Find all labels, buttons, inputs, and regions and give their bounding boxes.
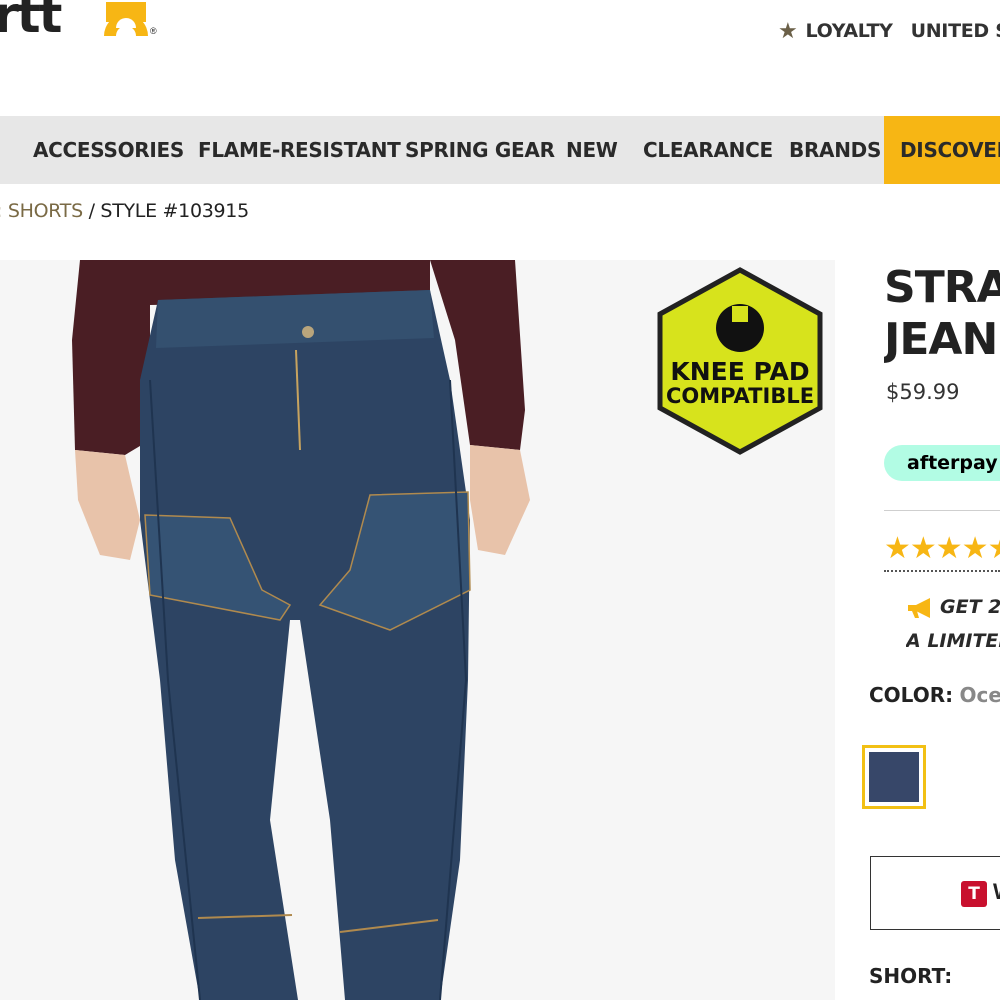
nav-brands[interactable]: BRANDS	[789, 116, 881, 184]
loyalty-link[interactable]: LOYALTY	[805, 20, 892, 42]
breadcrumb-shorts-link[interactable]: : SHORTS	[0, 200, 83, 222]
registered-mark: ®	[150, 26, 157, 36]
product-price: $59.99	[886, 380, 960, 404]
knee-pad-compatible-badge: KNEE PAD COMPATIBLE	[654, 266, 826, 456]
breadcrumb-current: / STYLE #103915	[88, 200, 250, 222]
nav-accessories[interactable]: ACCESSORIES	[33, 116, 184, 184]
wishlist-button[interactable]: T W	[870, 856, 1000, 930]
carhartt-logo[interactable]: rtt ®	[0, 0, 170, 40]
target-t-icon: T	[961, 881, 987, 907]
country-selector[interactable]: UNITED STATES	[911, 20, 1000, 42]
nav-discover[interactable]: DISCOVER	[884, 116, 1000, 184]
nav-flame-resistant[interactable]: FLAME-RESISTANT	[198, 116, 401, 184]
breadcrumb: : SHORTS / STYLE #103915	[0, 200, 249, 226]
promo-line2: A LIMITED	[906, 630, 1000, 652]
product-title-line2: JEAN	[884, 314, 998, 365]
product-title: STRAIGHT JEAN	[884, 262, 1000, 366]
nav-clearance[interactable]: CLEARANCE	[643, 116, 773, 184]
short-label: SHORT:	[869, 964, 953, 988]
nav-new[interactable]: NEW	[566, 116, 618, 184]
swatch-fill	[869, 752, 919, 802]
product-title-line1: STRAIGHT	[884, 262, 1000, 313]
utility-nav: ★ LOYALTY UNITED STATES	[778, 18, 1000, 44]
star-icon: ★	[778, 18, 798, 44]
color-label: COLOR: Ocean	[869, 683, 1000, 707]
promo-message: GET 2 A LIMITED	[906, 590, 1000, 658]
rating-stars[interactable]: ★★★★★	[884, 532, 1000, 572]
badge-line1: KNEE PAD	[670, 357, 809, 386]
color-swatch-ocean[interactable]	[862, 745, 926, 809]
promo-line1: GET 2	[940, 596, 1000, 618]
nav-spring-gear[interactable]: SPRING GEAR	[405, 116, 555, 184]
color-value: Ocean	[959, 683, 1000, 707]
main-nav: ACCESSORIES FLAME-RESISTANT SPRING GEAR …	[0, 116, 1000, 184]
color-key: COLOR:	[869, 683, 954, 707]
divider	[884, 510, 1000, 511]
logo-c-mark-icon	[104, 2, 148, 36]
badge-logo-icon	[716, 304, 764, 352]
megaphone-icon	[908, 597, 930, 618]
badge-line2: COMPATIBLE	[666, 384, 814, 408]
wishlist-button-label: W	[993, 879, 1000, 905]
afterpay-badge[interactable]: afterpay	[884, 445, 1000, 481]
logo-wordmark: rtt	[0, 0, 62, 40]
